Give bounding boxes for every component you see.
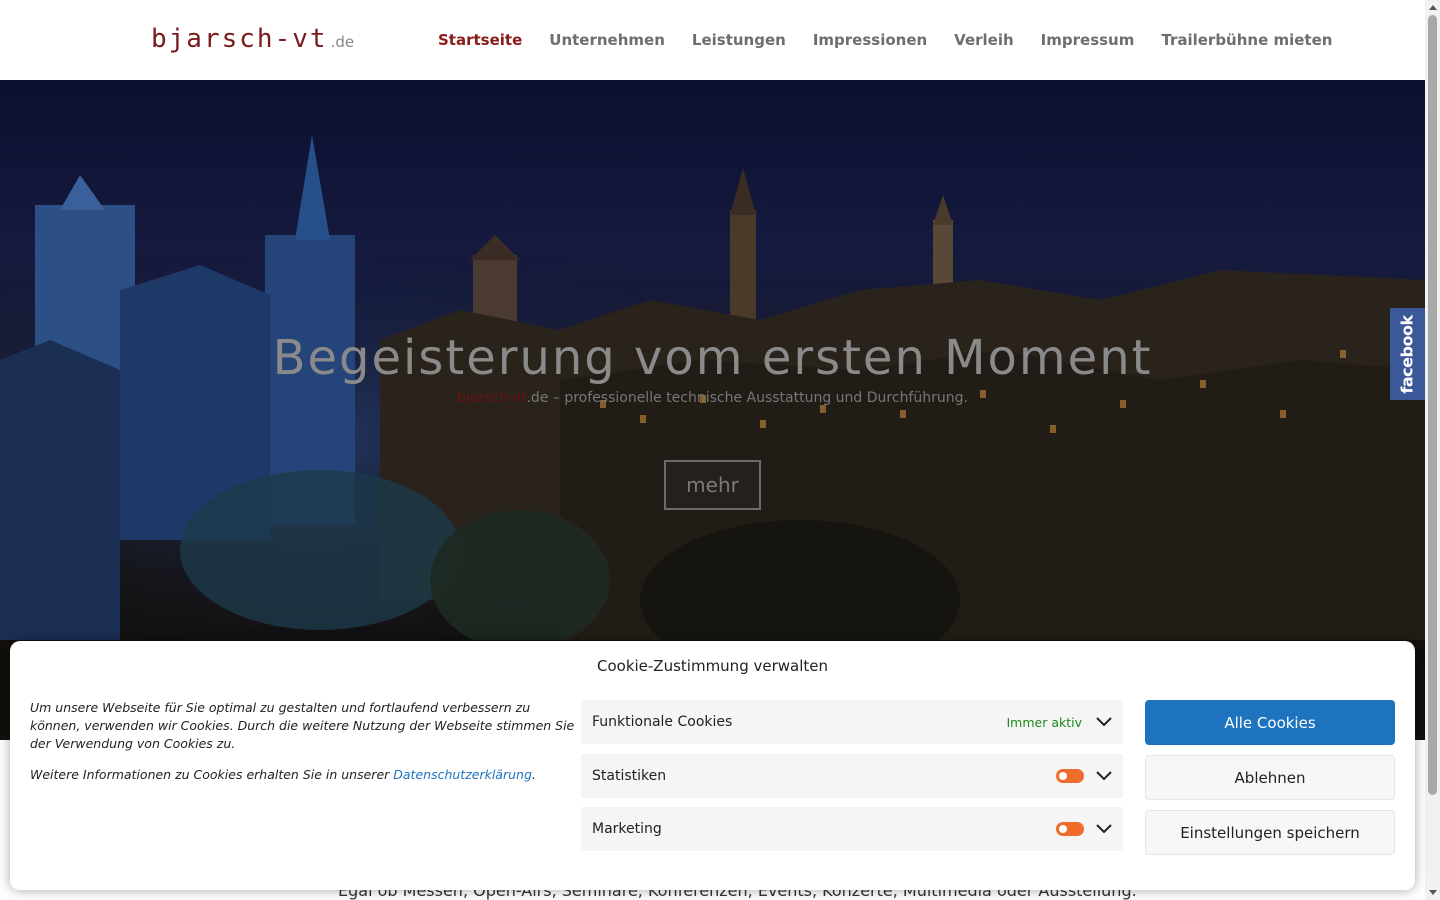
hero-more-button[interactable]: mehr — [664, 460, 761, 510]
nav-item-leistungen[interactable]: Leistungen — [692, 31, 786, 49]
logo-tld: .de — [330, 33, 355, 51]
privacy-policy-link[interactable]: Datenschutzerklärung — [393, 767, 532, 782]
facebook-tab-label: facebook — [1398, 314, 1418, 394]
cookie-category-label: Statistiken — [592, 768, 667, 784]
cookie-more-info: Weitere Informationen zu Cookies erhalte… — [30, 766, 575, 784]
cookie-more-suffix: . — [531, 767, 536, 782]
always-active-label: Immer aktiv — [1006, 714, 1082, 730]
facebook-tab[interactable]: facebook — [1390, 308, 1425, 400]
chevron-down-icon[interactable] — [1096, 768, 1112, 784]
nav-item-impressionen[interactable]: Impressionen — [813, 31, 927, 49]
nav-item-verleih[interactable]: Verleih — [954, 31, 1014, 49]
site-header: bjarsch-vt .de Startseite Unternehmen Le… — [0, 0, 1425, 80]
cookie-banner-title: Cookie-Zustimmung verwalten — [596, 657, 828, 675]
hero-title: Begeisterung vom ersten Moment — [272, 330, 1153, 386]
hero-subtitle-brand: bjarsch-vt — [457, 390, 527, 406]
statistics-toggle[interactable] — [1056, 769, 1084, 783]
nav-item-unternehmen[interactable]: Unternehmen — [549, 31, 665, 49]
hero-subtitle: bjarsch-vt.de – professionelle technisch… — [0, 390, 1425, 406]
cookie-category-label: Marketing — [592, 821, 662, 837]
nav-item-startseite[interactable]: Startseite — [438, 31, 522, 49]
cookie-message: Um unsere Webseite für Sie optimal zu ge… — [30, 700, 575, 751]
nav-item-trailerbuehne[interactable]: Trailerbühne mieten — [1161, 31, 1332, 49]
cookie-category-functional[interactable]: Funktionale Cookies Immer aktiv — [581, 700, 1123, 744]
deny-cookies-button[interactable]: Ablehnen — [1145, 755, 1395, 800]
chevron-down-icon[interactable] — [1096, 821, 1112, 837]
chevron-down-icon[interactable] — [1096, 714, 1112, 730]
accept-all-cookies-button[interactable]: Alle Cookies — [1145, 700, 1395, 745]
cookie-category-label: Funktionale Cookies — [592, 714, 733, 730]
save-preferences-button[interactable]: Einstellungen speichern — [1145, 810, 1395, 855]
hero-subtitle-text: .de – professionelle technische Ausstatt… — [526, 390, 968, 406]
scroll-up-icon[interactable] — [1429, 5, 1437, 10]
site-logo[interactable]: bjarsch-vt .de — [151, 24, 354, 54]
cookie-consent-banner: Cookie-Zustimmung verwalten Um unsere We… — [10, 641, 1415, 890]
main-nav: Startseite Unternehmen Leistungen Impres… — [438, 31, 1332, 49]
scroll-down-icon[interactable] — [1429, 890, 1437, 895]
scrollbar-thumb[interactable] — [1428, 15, 1437, 795]
marketing-toggle[interactable] — [1056, 822, 1084, 836]
page-scrollbar[interactable] — [1425, 0, 1440, 900]
cookie-more-text: Weitere Informationen zu Cookies erhalte… — [30, 767, 394, 782]
logo-main: bjarsch-vt — [151, 24, 328, 54]
nav-item-impressum[interactable]: Impressum — [1041, 31, 1135, 49]
cookie-category-statistics[interactable]: Statistiken — [581, 754, 1123, 798]
cookie-category-marketing[interactable]: Marketing — [581, 807, 1123, 851]
